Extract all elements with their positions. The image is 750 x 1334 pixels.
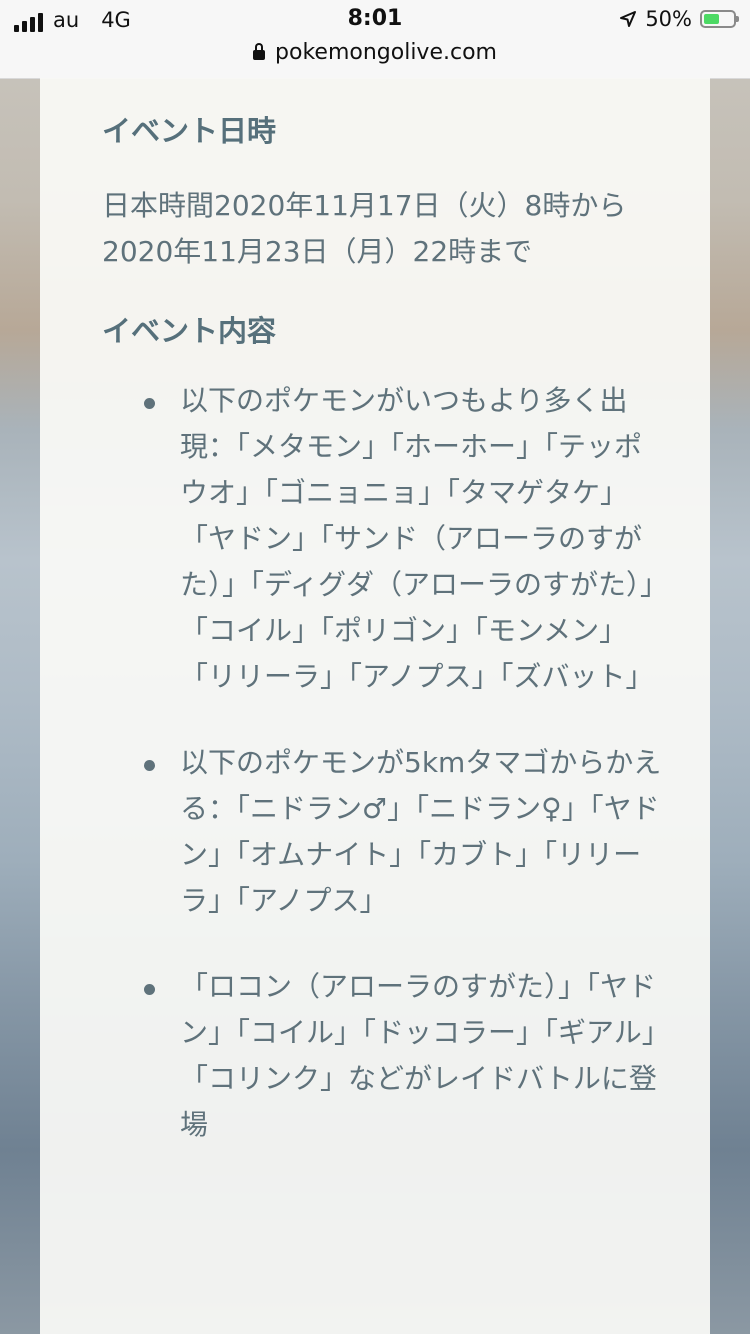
list-item-text: 「ロコン（アローラのすがた）」「ヤドン」「コイル」「ドッコラー」「ギアル」「コリ… xyxy=(180,970,657,1141)
background-left-blur xyxy=(0,78,40,1334)
heading-event-date: イベント日時 xyxy=(102,114,277,148)
bullet-icon xyxy=(144,760,155,771)
battery-icon xyxy=(700,10,739,28)
list-item-text: 以下のポケモンが5kmタマゴからかえる：「ニドラン♂」「ニドラン♀」「ヤドン」「… xyxy=(180,746,662,917)
lock-icon xyxy=(253,43,266,60)
bullet-icon xyxy=(144,984,155,995)
status-right: 50% xyxy=(619,7,739,31)
bullet-icon xyxy=(144,398,155,409)
status-bar: au 4G 8:01 50% pokemongolive.com xyxy=(0,0,750,79)
url-text: pokemongolive.com xyxy=(275,40,497,65)
event-content-list: 以下のポケモンがいつもより多く出現：「メタモン」「ホーホー」「テッポウオ」「ゴニ… xyxy=(102,378,662,1188)
article-content: イベント日時 日本時間2020年11月17日（火）8時から2020年11月23日… xyxy=(40,78,710,1334)
battery-percent: 50% xyxy=(645,7,692,31)
heading-event-content: イベント内容 xyxy=(102,314,277,348)
location-arrow-icon xyxy=(620,11,637,27)
background-right-blur xyxy=(710,78,750,1334)
list-item: 以下のポケモンがいつもより多く出現：「メタモン」「ホーホー」「テッポウオ」「ゴニ… xyxy=(102,378,662,700)
list-item: 「ロコン（アローラのすがた）」「ヤドン」「コイル」「ドッコラー」「ギアル」「コリ… xyxy=(102,964,662,1148)
address-bar[interactable]: pokemongolive.com xyxy=(0,40,750,65)
list-item: 以下のポケモンが5kmタマゴからかえる：「ニドラン♂」「ニドラン♀」「ヤドン」「… xyxy=(102,740,662,924)
list-item-text: 以下のポケモンがいつもより多く出現：「メタモン」「ホーホー」「テッポウオ」「ゴニ… xyxy=(180,384,655,693)
event-date-text: 日本時間2020年11月17日（火）8時から2020年11月23日（月）22時ま… xyxy=(102,189,627,268)
